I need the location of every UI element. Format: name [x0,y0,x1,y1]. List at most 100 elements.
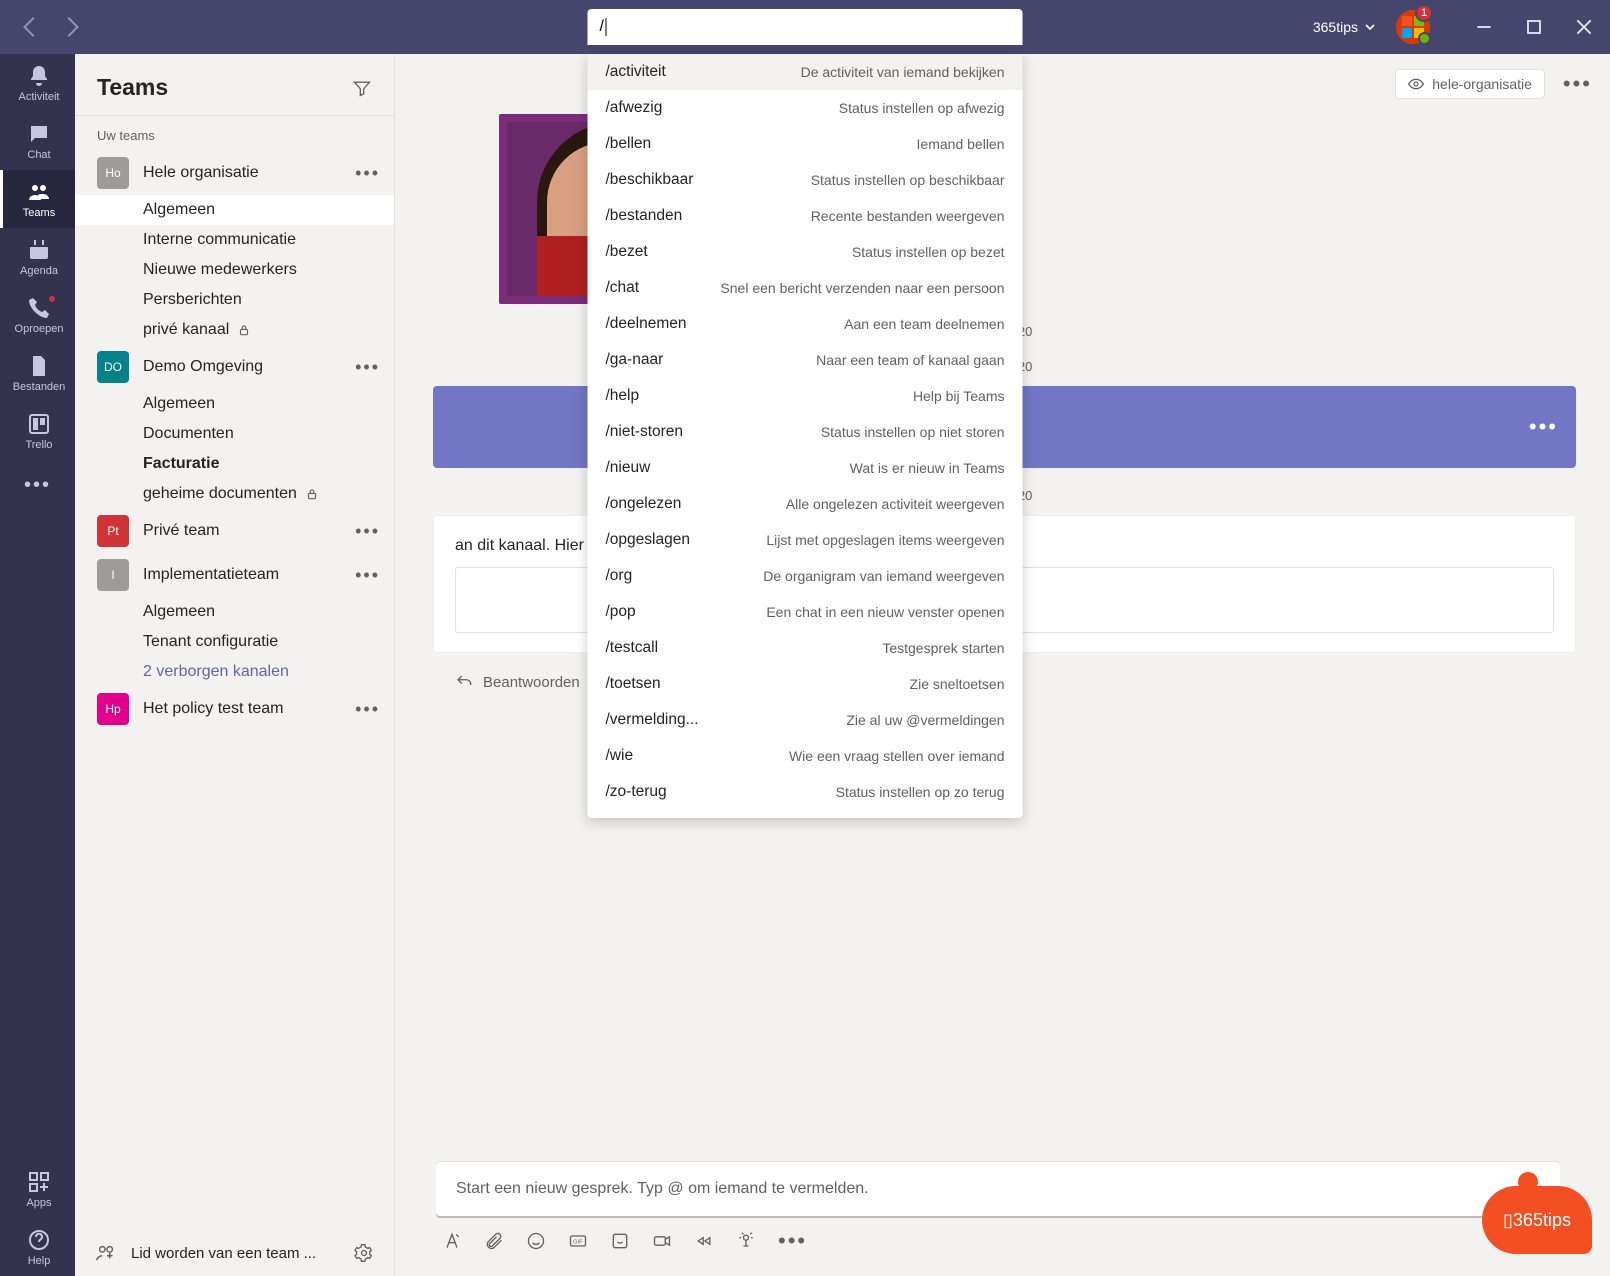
command-item[interactable]: /opgeslagen Lijst met opgeslagen items w… [588,522,1023,558]
format-icon[interactable] [442,1231,462,1251]
new-chat-icon[interactable] [961,19,977,35]
gif-icon[interactable]: GIF [568,1231,588,1251]
team-more-icon[interactable]: ••• [355,699,380,720]
command-item[interactable]: /chat Snel een bericht verzenden naar ee… [588,270,1023,306]
rail-apps[interactable]: Apps [0,1160,75,1218]
channel-item[interactable]: Algemeen [75,195,394,225]
command-item[interactable]: /testcall Testgesprek starten [588,630,1023,666]
command-name: /bezet [606,243,648,261]
rail-teams[interactable]: Teams [0,170,75,228]
rail-label: Teams [23,207,55,219]
command-item[interactable]: /deelnemen Aan een team deelnemen [588,306,1023,342]
channel-item[interactable]: Nieuwe medewerkers [75,255,394,285]
sticker-icon[interactable] [610,1231,630,1251]
channel-item[interactable]: 2 verborgen kanalen [75,657,394,687]
rail-trello[interactable]: Trello [0,402,75,460]
channel-item[interactable]: Interne communicatie [75,225,394,255]
rail-label: Agenda [20,265,58,277]
command-item[interactable]: /bezet Status instellen op bezet [588,234,1023,270]
channel-name: Algemeen [143,201,215,219]
maximize-button[interactable] [1526,19,1542,35]
command-item[interactable]: /ga-naar Naar een team of kanaal gaan [588,342,1023,378]
team-row[interactable]: Ho Hele organisatie ••• [75,151,394,195]
team-row[interactable]: DO Demo Omgeving ••• [75,345,394,389]
team-row[interactable]: Pt Privé team ••• [75,509,394,553]
rail-label: Bestanden [13,381,66,393]
command-item[interactable]: /nieuw Wat is er nieuw in Teams [588,450,1023,486]
join-team-icon[interactable] [95,1242,117,1264]
trello-icon [27,412,51,436]
rail-help[interactable]: Help [0,1218,75,1276]
rail-more[interactable]: ••• [0,460,75,511]
command-item[interactable]: /wie Wie een vraag stellen over iemand [588,738,1023,774]
team-more-icon[interactable]: ••• [355,357,380,378]
avatar[interactable]: 1 [1396,10,1430,44]
rail-label: Chat [27,149,50,161]
close-button[interactable] [1576,19,1592,35]
channel-item[interactable]: Algemeen [75,597,394,627]
minimize-button[interactable] [1476,19,1492,35]
channel-item[interactable]: Facturatie [75,449,394,479]
channel-item[interactable]: privé kanaal [75,315,394,345]
command-name: /org [606,567,633,585]
rail-label: Help [28,1255,51,1267]
command-item[interactable]: /toetsen Zie sneltoetsen [588,666,1023,702]
account-menu[interactable]: 365tips [1313,19,1376,35]
rail-calendar[interactable]: Agenda [0,228,75,286]
compose-input[interactable]: Start een nieuw gesprek. Typ @ om iemand… [436,1162,1560,1216]
team-more-icon[interactable]: ••• [355,521,380,542]
team-avatar: DO [97,351,129,383]
team-visibility-pill[interactable]: hele-organisatie [1395,69,1545,99]
command-item[interactable]: /org De organigram van iemand weergeven [588,558,1023,594]
back-button[interactable] [23,17,43,37]
team-more-icon[interactable]: ••• [355,565,380,586]
rail-activity[interactable]: Activiteit [0,54,75,112]
command-item[interactable]: /beschikbaar Status instellen op beschik… [588,162,1023,198]
settings-icon[interactable] [354,1243,374,1263]
pill-label: hele-organisatie [1432,76,1532,92]
team-row[interactable]: I Implementatieteam ••• [75,553,394,597]
praise-icon[interactable] [736,1231,756,1251]
filter-icon[interactable] [352,78,372,98]
command-item[interactable]: /activiteit De activiteit van iemand bek… [588,54,1023,90]
command-item[interactable]: /help Help bij Teams [588,378,1023,414]
command-name: /bellen [606,135,652,153]
meet-now-icon[interactable] [652,1231,672,1251]
command-item[interactable]: /bellen Iemand bellen [588,126,1023,162]
command-item[interactable]: /vermelding... Zie al uw @vermeldingen [588,702,1023,738]
team-more-icon[interactable]: ••• [355,163,380,184]
header-more[interactable]: ••• [1563,71,1592,97]
command-item[interactable]: /afwezig Status instellen op afwezig [588,90,1023,126]
channel-name: Algemeen [143,603,215,621]
eye-icon [1408,76,1424,92]
channel-name: privé kanaal [143,321,229,339]
command-description: Aan een team deelnemen [844,316,1004,332]
command-description: Lijst met opgeslagen items weergeven [766,532,1004,548]
rail-files[interactable]: Bestanden [0,344,75,402]
team-row[interactable]: Hp Het policy test team ••• [75,687,394,731]
join-team-link[interactable]: Lid worden van een team ... [131,1245,340,1262]
compose-more[interactable]: ••• [778,1228,807,1254]
search-value: / [600,18,604,36]
command-search-box[interactable]: / [588,9,1023,45]
channel-item[interactable]: Persberichten [75,285,394,315]
command-name: /nieuw [606,459,651,477]
attach-icon[interactable] [484,1231,504,1251]
channel-item[interactable]: Tenant configuratie [75,627,394,657]
command-item[interactable]: /ongelezen Alle ongelezen activiteit wee… [588,486,1023,522]
channel-item[interactable]: geheime documenten [75,479,394,509]
command-item[interactable]: /niet-storen Status instellen op niet st… [588,414,1023,450]
emoji-icon[interactable] [526,1231,546,1251]
channel-item[interactable]: Algemeen [75,389,394,419]
app-rail: Activiteit Chat Teams Agenda Oproepen [0,54,75,1276]
message-more-icon[interactable]: ••• [1529,414,1558,440]
command-item[interactable]: /bestanden Recente bestanden weergeven [588,198,1023,234]
rail-chat[interactable]: Chat [0,112,75,170]
rail-calls[interactable]: Oproepen [0,286,75,344]
channel-item[interactable]: Documenten [75,419,394,449]
stream-icon[interactable] [694,1231,714,1251]
command-description: Help bij Teams [913,388,1005,404]
command-item[interactable]: /zo-terug Status instellen op zo terug [588,774,1023,810]
forward-button[interactable] [59,17,79,37]
command-item[interactable]: /pop Een chat in een nieuw venster opene… [588,594,1023,630]
